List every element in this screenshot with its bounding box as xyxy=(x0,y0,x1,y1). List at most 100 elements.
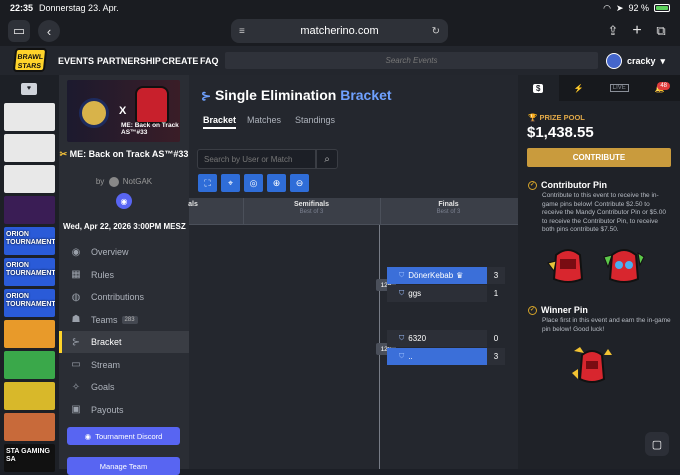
tab-notifications-icon[interactable]: 🔔 48 xyxy=(640,75,680,101)
nav-events[interactable]: EVENTS xyxy=(58,56,94,66)
contributor-pin-description: Contribute to this event to receive the … xyxy=(542,192,672,235)
discord-icon: ◉ xyxy=(85,432,92,441)
chat-icon[interactable]: ▢ xyxy=(645,432,669,456)
match-team-row[interactable]: ⛉ 6320 0 xyxy=(387,330,505,347)
tab-standings[interactable]: Standings xyxy=(295,115,335,125)
event-thumbnail[interactable] xyxy=(4,382,55,410)
event-thumbnail[interactable] xyxy=(4,196,55,224)
sidebar-item-label: Bracket xyxy=(91,337,122,347)
mandy-contributor-pin-image xyxy=(546,243,590,287)
tab-matches[interactable]: Matches xyxy=(247,115,281,125)
event-thumbnail[interactable] xyxy=(4,165,55,193)
center-focus-icon[interactable]: ⌖ xyxy=(221,174,240,192)
match-team-row[interactable]: ⛉ .. 3 xyxy=(387,348,505,365)
discord-icon[interactable]: ◉ xyxy=(116,193,132,209)
contribute-button[interactable]: CONTRIBUTE xyxy=(527,148,671,167)
ios-status-bar: 22:35 Donnerstag 23. Apr. ◠ ➤ 92 % xyxy=(0,0,680,16)
wifi-icon: ◠ xyxy=(603,3,611,14)
sidebar-toggle-icon[interactable]: ▭ xyxy=(8,20,30,42)
logo-line2: STARS xyxy=(15,62,44,71)
sidebar-item-label: Goals xyxy=(91,382,115,392)
chevron-down-icon: ▾ xyxy=(661,56,666,67)
event-thumbnail[interactable] xyxy=(4,413,55,441)
new-tab-icon[interactable]: + xyxy=(626,20,648,42)
zoom-in-icon[interactable]: ⊕ xyxy=(267,174,286,192)
team-logo-left xyxy=(79,98,109,128)
prize-panel: $ ⚡ LIVE 🔔 48 🏆 PRIZE POOL $1,438.55 CON… xyxy=(518,75,680,469)
organizer-line: by NotGAK xyxy=(59,177,189,187)
tab-activity-icon[interactable]: ⚡ xyxy=(559,75,600,101)
sidebar-item-overview[interactable]: ◉ Overview xyxy=(59,241,189,263)
check-icon: ✓ xyxy=(528,306,537,315)
event-thumbnail[interactable]: ORION TOURNAMENT xyxy=(4,227,55,255)
match-125[interactable]: 125 ⛉ DönerKebab ♛ 3 ⛉ ggs 1 xyxy=(387,267,505,303)
sidebar-item-label: Contributions xyxy=(91,292,144,302)
event-thumbnails-column: ♥ ORION TOURNAMENT ORION TOURNAMENT ORION … xyxy=(0,75,59,469)
hide-icon[interactable]: ◎ xyxy=(244,174,263,192)
fit-screen-icon[interactable]: ⛶ xyxy=(198,174,217,192)
username: cracky xyxy=(627,56,656,66)
round-headers: als SemifinalsBest of 3 FinalsBest of 3 xyxy=(189,198,518,225)
shield-icon: ⛉ xyxy=(399,335,404,343)
sidebar-item-rules[interactable]: ▦Rules xyxy=(59,264,189,286)
match-team-row[interactable]: ⛉ DönerKebab ♛ 3 xyxy=(387,267,505,284)
team-score: 3 xyxy=(487,267,505,284)
browser-toolbar: ▭ ‹ ≡ matcherino.com ↻ ⇪ + ⧉ xyxy=(0,16,680,46)
sidebar-item-stream[interactable]: ▭Stream xyxy=(59,354,189,376)
match-team-row[interactable]: ⛉ ggs 1 xyxy=(387,285,505,302)
site-navbar: BRAWL STARS EVENTS PARTNERSHIP CREATE FA… xyxy=(0,46,680,75)
zoom-out-icon[interactable]: ⊖ xyxy=(290,174,309,192)
overview-icon: ◉ xyxy=(69,247,83,258)
round-header-semifinals: SemifinalsBest of 3 xyxy=(243,201,380,215)
address-bar[interactable]: ≡ matcherino.com ↻ xyxy=(231,19,448,43)
avatar xyxy=(606,53,622,69)
event-thumbnail[interactable] xyxy=(4,103,55,131)
url-text: matcherino.com xyxy=(300,25,378,37)
page-title: ⊱ Single Elimination Bracket xyxy=(201,87,392,103)
share-icon[interactable]: ⇪ xyxy=(602,20,624,42)
sidebar-item-label: Overview xyxy=(91,247,129,257)
event-search-input[interactable]: Search Events xyxy=(225,52,598,69)
bracket-icon: ⊱ xyxy=(201,89,211,103)
bracket-search-input[interactable]: Search by User or Match xyxy=(197,149,316,169)
search-icon[interactable]: ⌕ xyxy=(316,149,338,169)
logo-line1: BRAWL xyxy=(16,53,45,62)
tab-live-icon[interactable]: LIVE xyxy=(599,75,640,101)
organizer-name[interactable]: NotGAK xyxy=(123,177,152,186)
banner-x: X xyxy=(119,105,126,117)
tab-bracket[interactable]: Bracket xyxy=(203,115,236,129)
sidebar-item-payouts[interactable]: ▣Payouts xyxy=(59,399,189,421)
brawl-stars-logo[interactable]: BRAWL STARS xyxy=(13,48,48,72)
banner-caption: ME: Back on Track AS™#33 xyxy=(121,122,179,136)
user-menu[interactable]: cracky ▾ xyxy=(606,53,665,69)
event-thumbnail[interactable]: ORION TOURNAMENT xyxy=(4,289,55,317)
manage-team-button[interactable]: Manage Team xyxy=(67,457,180,475)
event-thumbnail[interactable] xyxy=(4,320,55,348)
sidebar-item-goals[interactable]: ✧Goals xyxy=(59,376,189,398)
tabs-overview-icon[interactable]: ⧉ xyxy=(650,20,672,42)
team-logo-right xyxy=(135,86,169,124)
page-menu-icon[interactable]: ≡ xyxy=(239,26,245,37)
nav-create[interactable]: CREATE xyxy=(162,56,198,66)
match-126[interactable]: 126 ⛉ 6320 0 ⛉ .. 3 xyxy=(387,330,505,366)
status-date: Donnerstag 23. Apr. xyxy=(39,3,119,13)
inbox-icon[interactable]: ♥ xyxy=(21,83,37,95)
payouts-icon: ▣ xyxy=(69,404,83,415)
event-thumbnail[interactable]: ORION TOURNAMENT xyxy=(4,258,55,286)
event-thumbnail[interactable]: STA GAMING SA xyxy=(4,444,55,472)
round-header-finals: FinalsBest of 3 xyxy=(380,201,517,215)
event-sidebar: X ME: Back on Track AS™#33 ✂ ME: Back on… xyxy=(59,75,189,469)
nav-partnership[interactable]: PARTNERSHIP xyxy=(97,56,161,66)
sidebar-item-contributions[interactable]: ◍Contributions xyxy=(59,286,189,308)
tournament-discord-button[interactable]: ◉ Tournament Discord xyxy=(67,427,180,445)
tab-prize-icon[interactable]: $ xyxy=(518,75,559,101)
nav-faq[interactable]: FAQ xyxy=(200,56,219,66)
reload-icon[interactable]: ↻ xyxy=(432,26,440,37)
sidebar-item-bracket[interactable]: ⊱Bracket xyxy=(59,331,189,353)
event-thumbnail-label: ORION TOURNAMENT xyxy=(6,262,53,278)
sidebar-item-teams[interactable]: ☗Teams283 xyxy=(59,309,189,331)
event-thumbnail[interactable] xyxy=(4,351,55,379)
back-button[interactable]: ‹ xyxy=(38,20,60,42)
event-thumbnail[interactable] xyxy=(4,134,55,162)
rules-icon: ▦ xyxy=(69,269,83,280)
